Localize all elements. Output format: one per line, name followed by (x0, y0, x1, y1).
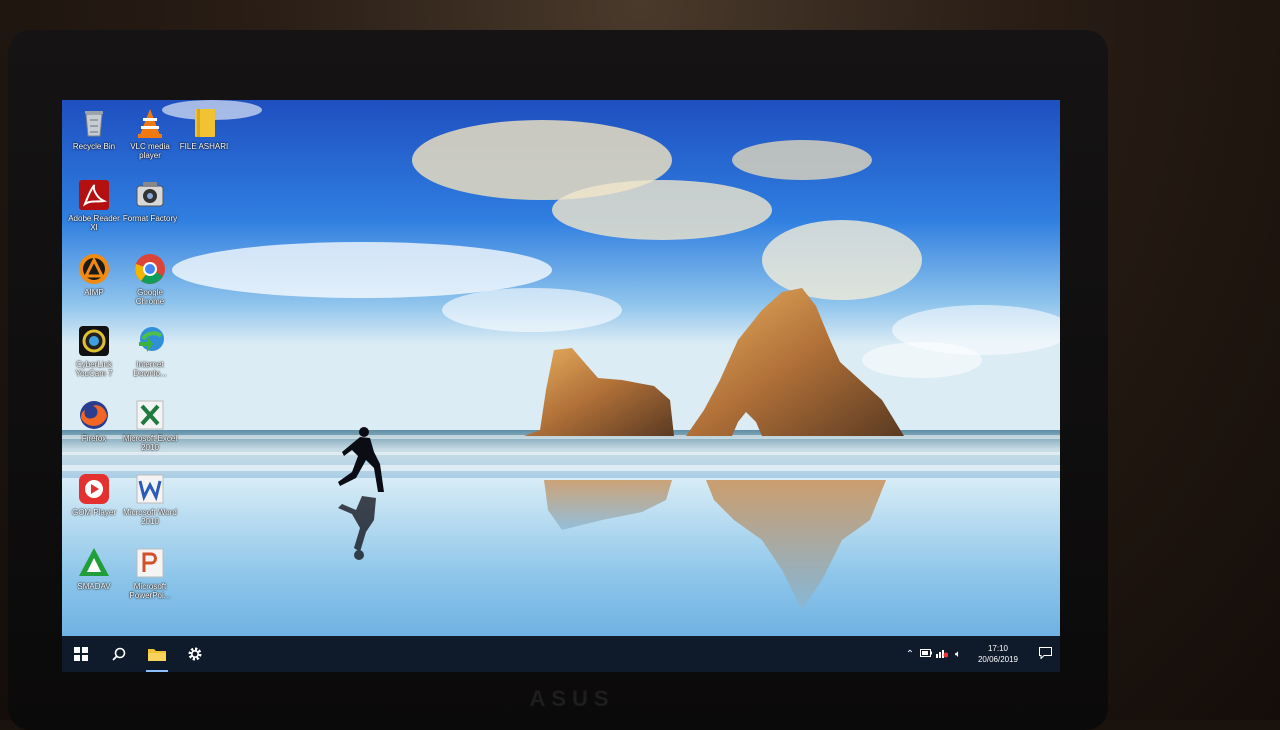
start-button[interactable] (62, 636, 100, 672)
desktop-wallpaper (62, 100, 1060, 672)
settings-button[interactable] (176, 636, 214, 672)
notification-icon (1038, 646, 1052, 660)
firefox-icon (80, 401, 108, 429)
vlc-icon (138, 109, 162, 138)
system-tray: ⌃ 🔈︎ 17:10 20/06/2019 (902, 636, 1060, 672)
desktop-icon-adobe-reader[interactable]: Adobe Reader XI (66, 178, 122, 232)
desktop-icon-recycle-bin[interactable]: Recycle Bin (66, 106, 122, 151)
aimp-icon (79, 254, 109, 284)
excel-icon (136, 400, 164, 430)
desktop-icon-excel[interactable]: Microsoft Excel 2010 (122, 398, 178, 452)
adobe-reader-icon (79, 180, 109, 210)
youcam-icon (79, 326, 109, 356)
search-button[interactable] (100, 636, 138, 672)
smadav-icon (79, 548, 109, 576)
windows-start-icon (74, 647, 88, 661)
taskbar-clock[interactable]: 17:10 20/06/2019 (972, 643, 1024, 665)
desktop-icon-label: Google Chrome (135, 288, 165, 306)
desktop-icon-label: VLC media player (130, 142, 170, 160)
gear-icon (188, 647, 202, 661)
file-explorer-button[interactable] (138, 636, 176, 672)
desktop-icon-file-ashari[interactable]: FILE ASHARI (176, 106, 232, 151)
desktop-icon-chrome[interactable]: Google Chrome (122, 252, 178, 306)
desktop-icon-idm[interactable]: Internet Downlo... (122, 324, 178, 378)
taskbar: ⌃ 🔈︎ 17:10 20/06/2019 (62, 636, 1060, 672)
recycle-bin-icon (85, 111, 103, 137)
desktop-icon-firefox[interactable]: Firefox (66, 398, 122, 443)
desktop-icon-gom-player[interactable]: GOM Player (66, 472, 122, 517)
file-explorer-icon (148, 649, 166, 661)
desktop-icon-label: FILE ASHARI (179, 142, 229, 151)
desktop-icon-word[interactable]: Microsoft Word 2010 (122, 472, 178, 526)
word-icon (136, 474, 164, 504)
folder-icon (195, 109, 215, 137)
gom-player-icon (79, 474, 109, 504)
clock-date: 20/06/2019 (977, 655, 1019, 664)
desktop-icon-label: Microsoft Word 2010 (123, 508, 177, 526)
powerpoint-icon (136, 548, 164, 578)
desktop-icon-label: Firefox (81, 434, 107, 443)
brand-logo: ASUS (529, 686, 615, 711)
battery-icon[interactable] (918, 648, 934, 660)
clock-time: 17:10 (987, 644, 1009, 653)
desktop-icon-label: Internet Downlo... (133, 360, 167, 378)
network-icon[interactable] (934, 648, 950, 661)
chrome-icon (135, 254, 165, 284)
desktop-icon-aimp[interactable]: AIMP (66, 252, 122, 297)
action-center-button[interactable] (1030, 646, 1060, 662)
desktop-icon-label: GOM Player (71, 508, 116, 517)
desktop-icon-label: AIMP (84, 288, 104, 297)
desktop-icon-label: Microsoft PowerPoi... (129, 582, 171, 600)
desktop-icon-label: Microsoft Excel 2010 (122, 434, 178, 452)
desktop-icon-powerpoint[interactable]: Microsoft PowerPoi... (122, 546, 178, 600)
desktop-icon-vlc[interactable]: VLC media player (122, 106, 178, 160)
desktop-icon-label: CyberLink YouCam 7 (75, 360, 113, 378)
desktop-icon-format-factory[interactable]: Format Factory (122, 178, 178, 223)
volume-icon[interactable]: 🔈︎ (950, 649, 966, 660)
desktop-icon-label: Recycle Bin (72, 142, 116, 151)
desktop-screen: Recycle Bin VLC media player FILE ASHARI (62, 100, 1060, 672)
search-icon (112, 647, 126, 661)
idm-icon (139, 327, 164, 352)
format-factory-icon (136, 182, 164, 207)
desktop-icon-smadav[interactable]: SMADAV (66, 546, 122, 591)
desktop-icon-label: SMADAV (77, 582, 111, 591)
desktop-icon-label: Adobe Reader XI (68, 214, 120, 232)
chevron-up-icon[interactable]: ⌃ (902, 649, 918, 660)
desktop-icon-youcam[interactable]: CyberLink YouCam 7 (66, 324, 122, 378)
desktop-icon-label: Format Factory (122, 214, 178, 223)
